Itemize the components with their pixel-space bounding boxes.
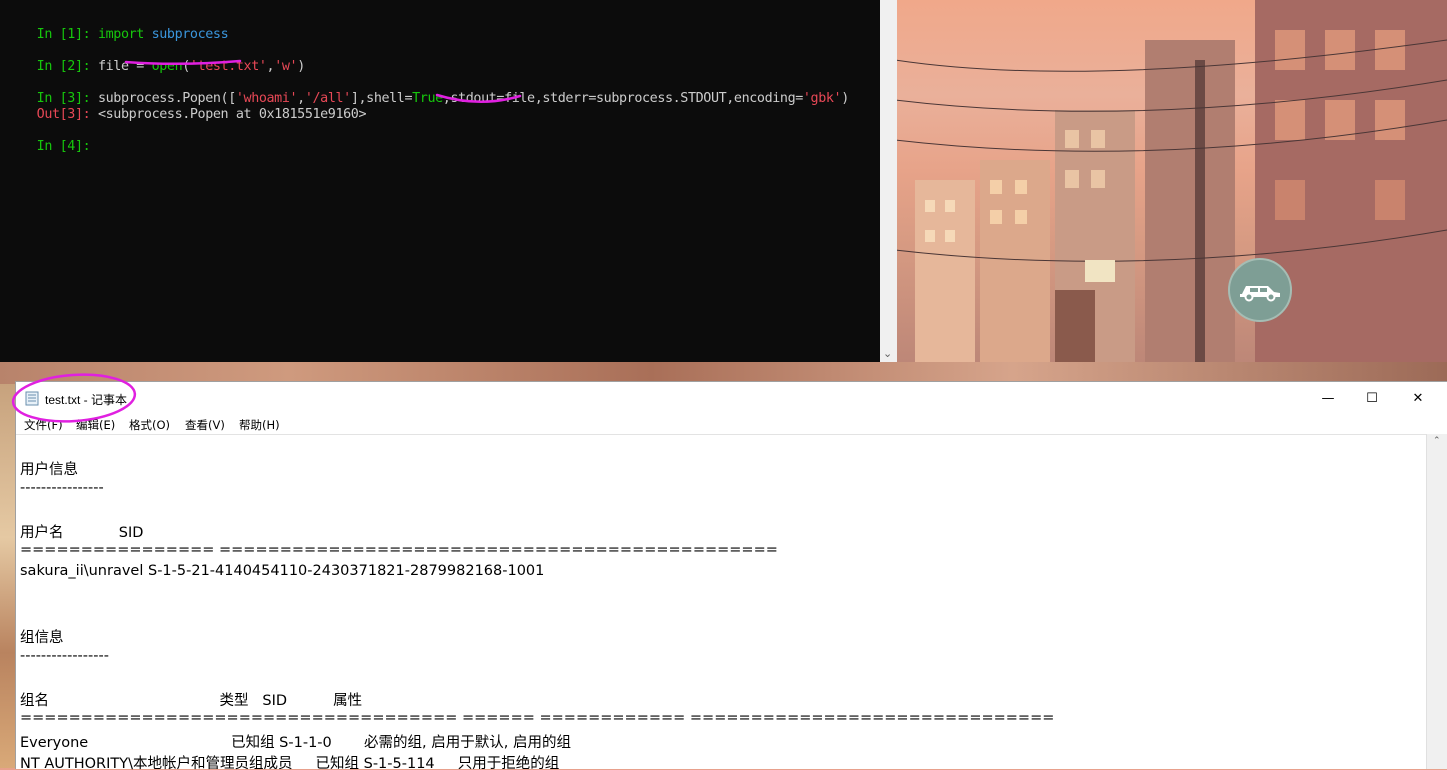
text-line: sakura_ii\unravel S-1-5-21-4140454110-24… [20, 563, 545, 579]
menu-file[interactable]: 文件(F) [24, 417, 63, 433]
wallpaper-town-illustration [895, 0, 1447, 380]
notepad-titlebar[interactable]: test.txt - 记事本 — ☐ ✕ [16, 382, 1447, 414]
text-line: ==================================== ===… [20, 710, 1055, 726]
text-line: 用户名 SID [20, 525, 144, 541]
car-icon [1228, 258, 1292, 322]
text-line: 组信息 [20, 630, 64, 646]
terminal-scrollbar[interactable]: ⌄ [880, 0, 897, 362]
code-text: import [97, 27, 144, 42]
wallpaper-left-strip [0, 384, 16, 768]
text-line: NT AUTHORITY\本地帐户和管理员组成员 已知组 S-1-5-114 只… [20, 756, 560, 770]
text-line: ---------------- [20, 480, 104, 496]
input-prompt: In [1]: [36, 27, 98, 42]
menu-edit[interactable]: 编辑(E) [76, 417, 115, 433]
menu-bar: 文件(F) 编辑(E) 格式(O) 查看(V) 帮助(H) [16, 414, 1447, 434]
text-line: ================ =======================… [20, 542, 778, 558]
menu-view[interactable]: 查看(V) [185, 417, 225, 433]
notepad-window[interactable]: test.txt - 记事本 — ☐ ✕ 文件(F) 编辑(E) 格式(O) 查… [15, 381, 1447, 770]
notepad-icon [25, 391, 39, 406]
menu-help[interactable]: 帮助(H) [239, 417, 280, 433]
text-line: 用户信息 [20, 462, 78, 478]
text-line: 组名 类型 SID 属性 [20, 693, 363, 709]
notepad-scrollbar[interactable]: ⌃ [1426, 434, 1447, 769]
close-icon: ✕ [1412, 390, 1424, 406]
output-text: <subprocess.Popen at 0x181551e9160> [97, 107, 367, 122]
ipython-terminal[interactable]: In [1]: import subprocess In [2]: file =… [0, 0, 880, 362]
maximize-icon: ☐ [1366, 390, 1378, 406]
scroll-up-icon[interactable]: ⌃ [1433, 436, 1441, 446]
minimize-icon: — [1321, 390, 1335, 406]
input-prompt: In [2]: [36, 59, 98, 74]
text-editor-area[interactable]: 用户信息 ---------------- 用户名 SID ==========… [16, 434, 1426, 770]
module-name: subprocess [151, 27, 229, 42]
output-prompt: Out[3]: [36, 107, 98, 122]
maximize-button[interactable]: ☐ [1349, 382, 1395, 414]
scroll-down-icon[interactable]: ⌄ [883, 347, 892, 360]
terminal-line-5[interactable]: In [4]: [6, 124, 98, 169]
close-button[interactable]: ✕ [1395, 382, 1441, 414]
input-prompt: In [4]: [36, 139, 98, 154]
window-title: test.txt - 记事本 [45, 393, 128, 407]
minimize-button[interactable]: — [1305, 382, 1351, 414]
menu-format[interactable]: 格式(O) [129, 417, 170, 433]
text-line: Everyone 已知组 S-1-1-0 必需的组, 启用于默认, 启用的组 [20, 735, 571, 751]
text-line: ----------------- [20, 648, 109, 664]
